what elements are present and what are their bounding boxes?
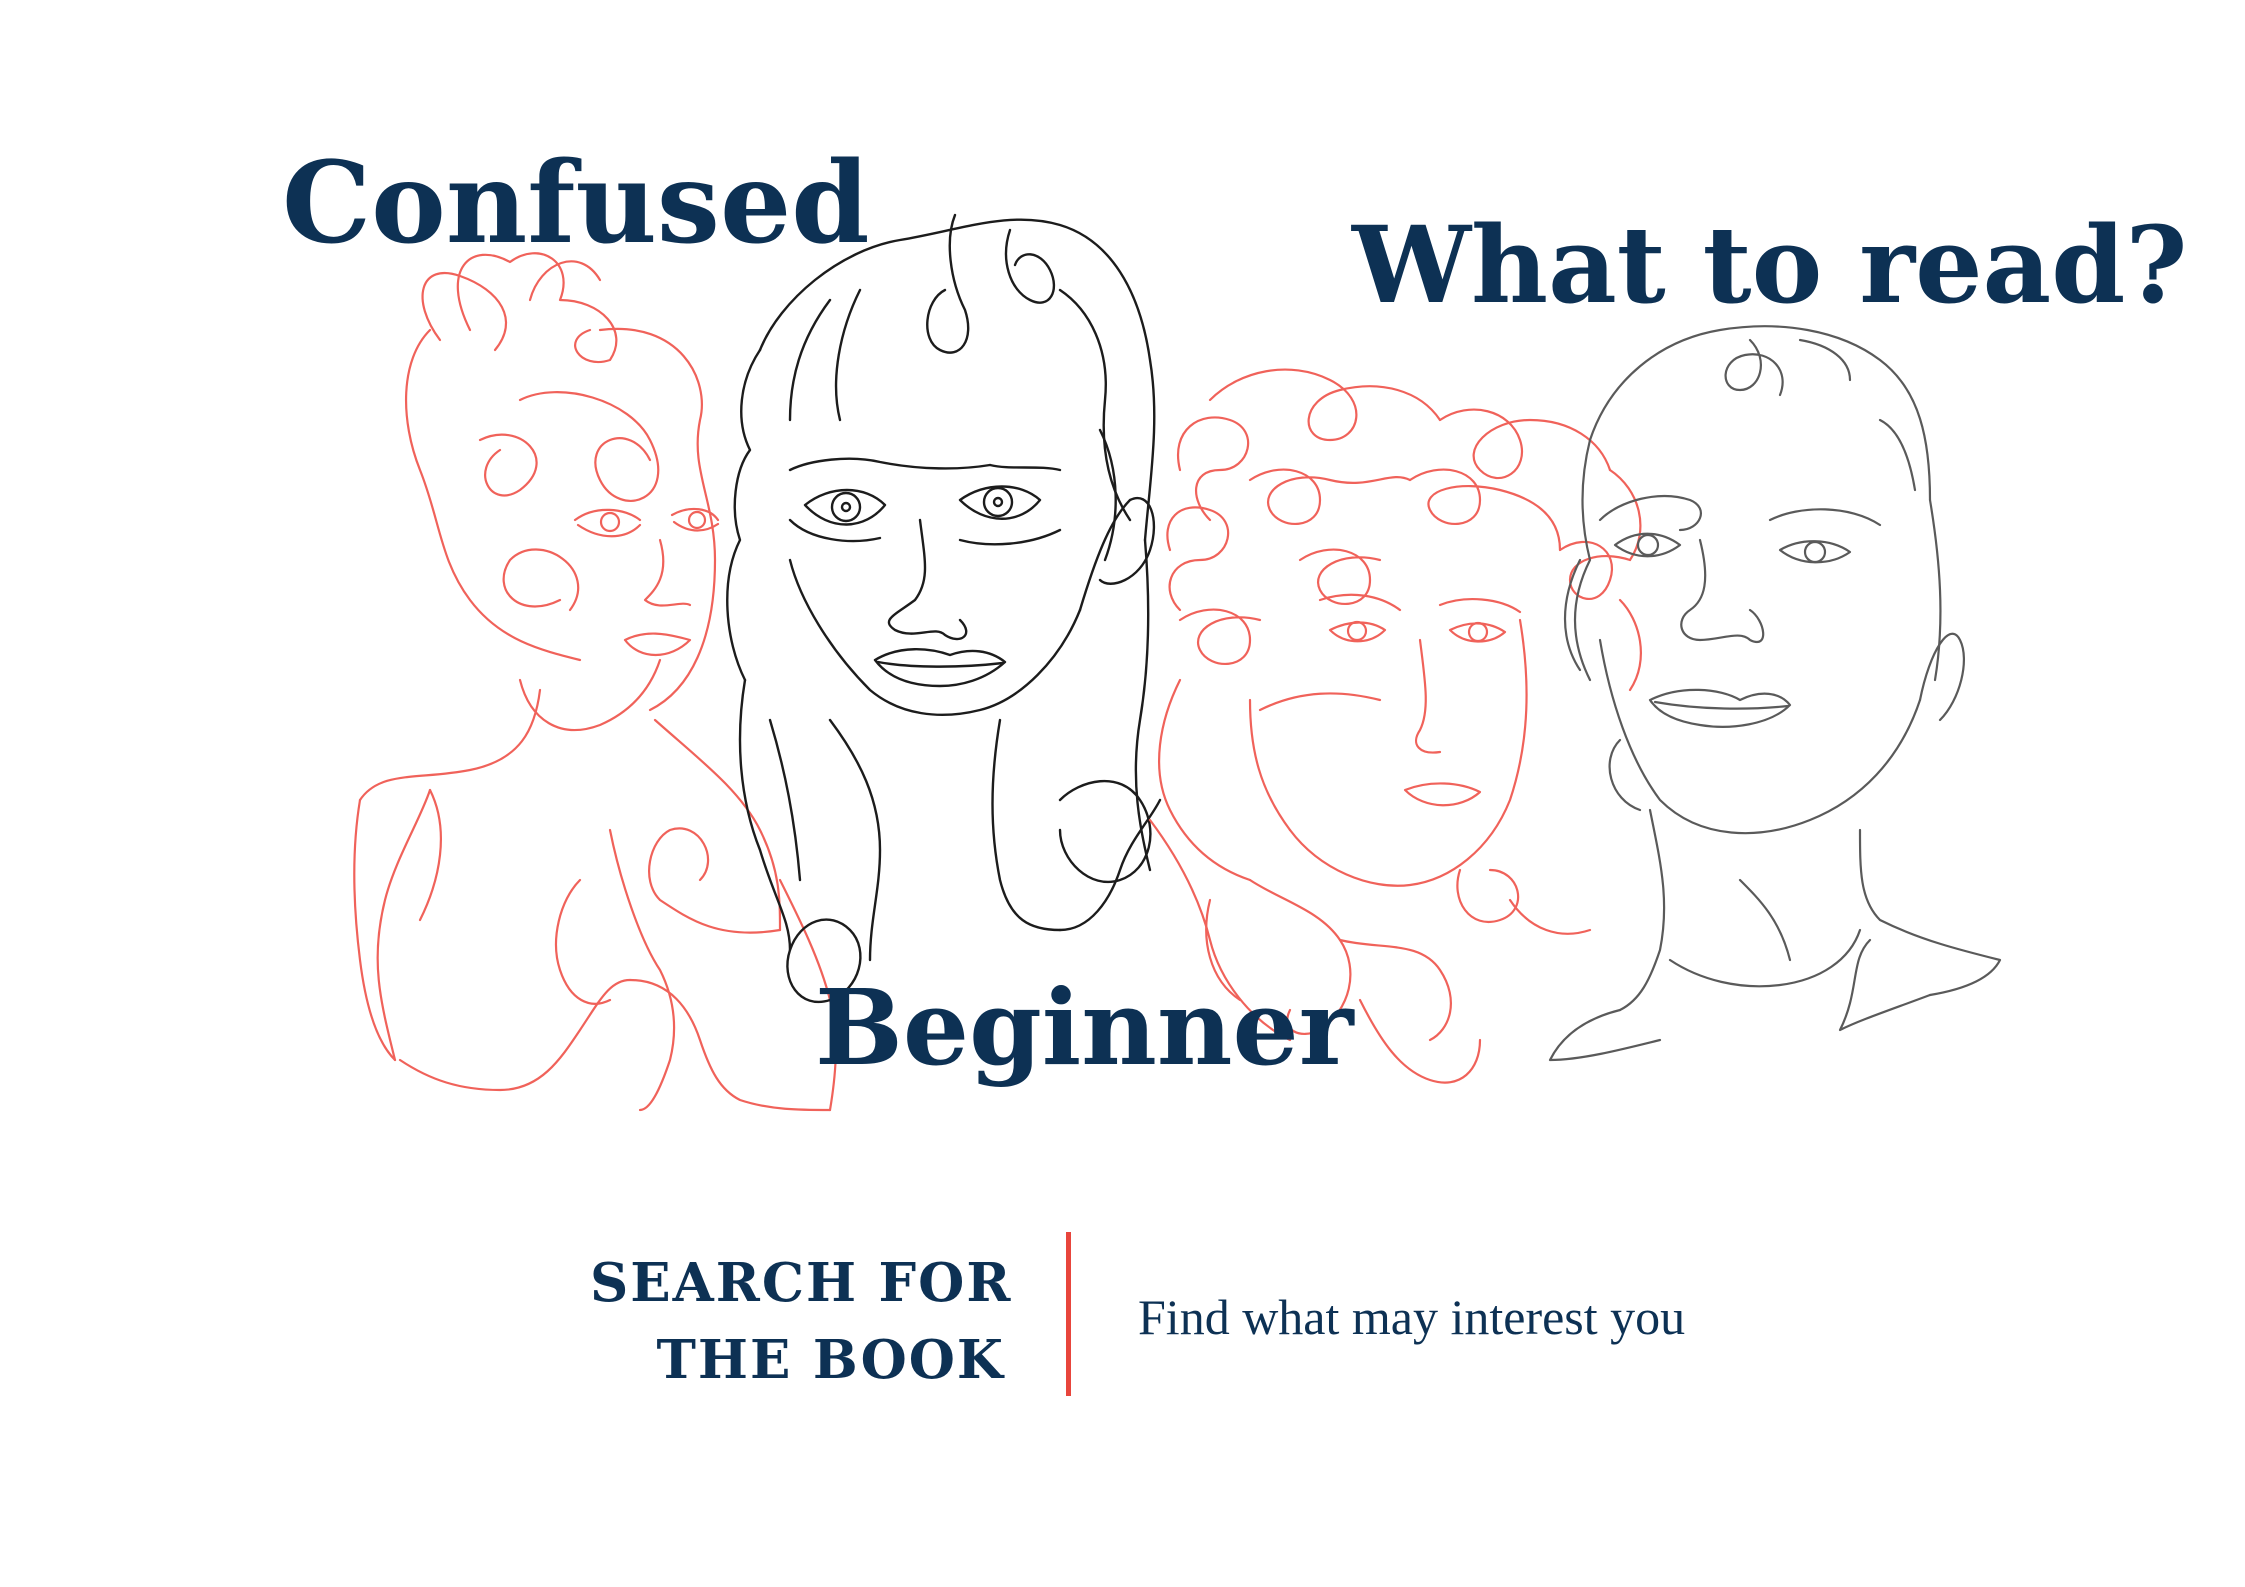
cta-line-1: SEARCH FOR — [590, 1252, 1013, 1314]
search-for-the-book-heading: SEARCH FOR THE BOOK — [590, 1245, 1013, 1399]
cta-line-2: THE BOOK — [656, 1328, 1005, 1391]
woman-with-bun-figure — [353, 252, 837, 1112]
headline-beginner: Beginner — [815, 966, 1354, 1089]
vertical-divider — [1066, 1232, 1071, 1396]
headline-confused: Confused — [282, 138, 870, 269]
tagline: Find what may interest you — [1138, 1289, 1686, 1345]
short-haired-person-figure — [1548, 325, 2002, 1062]
headline-what-to-read: What to read? — [1352, 202, 2188, 327]
long-haired-woman-figure — [726, 213, 1162, 1004]
